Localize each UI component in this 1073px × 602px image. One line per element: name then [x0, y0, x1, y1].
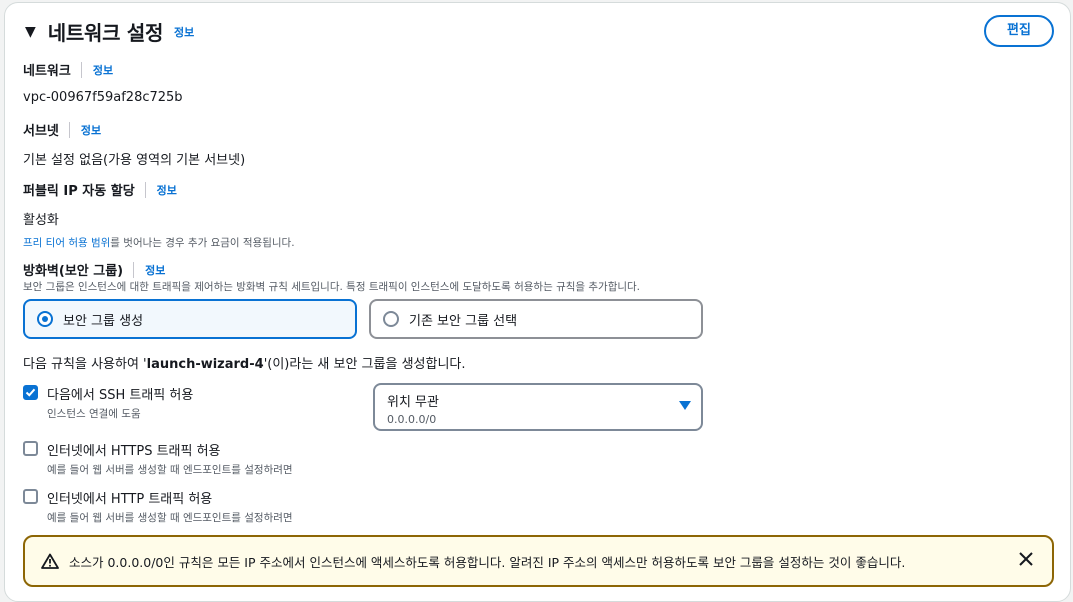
network-label-row: 네트워크 정보 — [23, 60, 113, 79]
http-rule-checkbox-row[interactable]: 인터넷에서 HTTP 트래픽 허용 예를 들어 웹 서버를 생성할 때 엔드포인… — [23, 488, 293, 525]
divider — [144, 181, 146, 198]
divider — [133, 261, 135, 278]
network-value: vpc-00967f59af28c725b — [23, 90, 183, 105]
public-ip-value: 활성화 — [23, 213, 59, 228]
rule-intro-text: 다음 규칙을 사용하여 'launch-wizard-4'(이)라는 새 보안 … — [23, 353, 466, 372]
public-ip-label-row: 퍼블릭 IP 자동 할당 정보 — [23, 180, 177, 199]
create-security-group-label: 보안 그룹 생성 — [63, 313, 144, 329]
checkbox-unchecked[interactable] — [23, 489, 38, 504]
edit-button[interactable]: 편집 — [984, 15, 1054, 47]
checkbox-checked[interactable] — [23, 385, 38, 400]
firewall-label: 방화벽(보안 그룹) — [23, 264, 124, 279]
divider — [68, 121, 70, 138]
security-group-name: launch-wizard-4 — [146, 357, 264, 372]
section-info-link[interactable]: 정보 — [174, 24, 194, 40]
firewall-info-link[interactable]: 정보 — [145, 262, 165, 278]
network-label: 네트워크 — [23, 64, 71, 79]
section-title: 네트워크 설정 — [47, 21, 164, 45]
checkbox-unchecked[interactable] — [23, 441, 38, 456]
open-access-warning-alert: 소스가 0.0.0.0/0인 규칙은 모든 IP 주소에서 인스턴스에 액세스하… — [23, 535, 1054, 587]
section-header: ▼ 네트워크 설정 정보 — [25, 17, 194, 46]
warning-text: 소스가 0.0.0.0/0인 규칙은 모든 IP 주소에서 인스턴스에 액세스하… — [69, 554, 906, 570]
subnet-info-link[interactable]: 정보 — [81, 122, 101, 138]
http-rule-label: 인터넷에서 HTTP 트래픽 허용 — [47, 492, 213, 507]
https-rule-label: 인터넷에서 HTTPS 트래픽 허용 — [47, 444, 221, 459]
checkmark-icon — [25, 388, 36, 397]
create-security-group-option[interactable]: 보안 그룹 생성 — [23, 299, 357, 339]
network-info-link[interactable]: 정보 — [93, 62, 113, 78]
https-rule-checkbox-row[interactable]: 인터넷에서 HTTPS 트래픽 허용 예를 들어 웹 서버를 생성할 때 엔드포… — [23, 440, 293, 477]
subnet-value: 기본 설정 없음(가용 영역의 기본 서브넷) — [23, 153, 246, 168]
network-settings-panel: ▼ 네트워크 설정 정보 편집 네트워크 정보 vpc-00967f59af28… — [4, 2, 1071, 602]
subnet-label: 서브넷 — [23, 124, 59, 139]
existing-security-group-label: 기존 보안 그룹 선택 — [409, 313, 518, 329]
free-tier-note-text: 를 벗어나는 경우 추가 요금이 적용됩니다. — [110, 237, 295, 249]
rule-intro-suffix: '(이)라는 새 보안 그룹을 생성합니다. — [263, 357, 466, 372]
ssh-rule-label: 다음에서 SSH 트래픽 허용 — [47, 388, 194, 403]
dropdown-arrow-icon — [679, 401, 691, 410]
divider — [80, 61, 82, 78]
warning-icon — [41, 553, 59, 569]
rule-intro-prefix: 다음 규칙을 사용하여 ' — [23, 357, 147, 372]
radio-selected-icon[interactable] — [37, 311, 53, 327]
public-ip-label: 퍼블릭 IP 자동 할당 — [23, 184, 135, 199]
close-icon[interactable] — [1018, 551, 1034, 567]
https-rule-desc: 예를 들어 웹 서버를 생성할 때 엔드포인트를 설정하려면 — [47, 464, 293, 476]
caret-down-icon[interactable]: ▼ — [25, 18, 36, 46]
radio-unselected-icon[interactable] — [383, 311, 399, 327]
ssh-rule-checkbox-row[interactable]: 다음에서 SSH 트래픽 허용 인스턴스 연결에 도움 — [23, 384, 193, 421]
free-tier-link[interactable]: 프리 티어 허용 범위 — [23, 237, 110, 249]
subnet-label-row: 서브넷 정보 — [23, 120, 101, 139]
ssh-source-select[interactable]: 위치 무관 0.0.0.0/0 — [373, 383, 703, 431]
existing-security-group-option[interactable]: 기존 보안 그룹 선택 — [369, 299, 703, 339]
ssh-source-detail: 0.0.0.0/0 — [387, 413, 437, 426]
public-ip-info-link[interactable]: 정보 — [157, 182, 177, 198]
free-tier-note: 프리 티어 허용 범위를 벗어나는 경우 추가 요금이 적용됩니다. — [23, 235, 295, 250]
ssh-source-value: 위치 무관 — [387, 395, 439, 410]
firewall-label-row: 방화벽(보안 그룹) 정보 — [23, 260, 165, 279]
firewall-description: 보안 그룹은 인스턴스에 대한 트래픽을 제어하는 방화벽 규칙 세트입니다. … — [23, 281, 641, 293]
ssh-rule-desc: 인스턴스 연결에 도움 — [47, 408, 141, 420]
http-rule-desc: 예를 들어 웹 서버를 생성할 때 엔드포인트를 설정하려면 — [47, 512, 293, 524]
